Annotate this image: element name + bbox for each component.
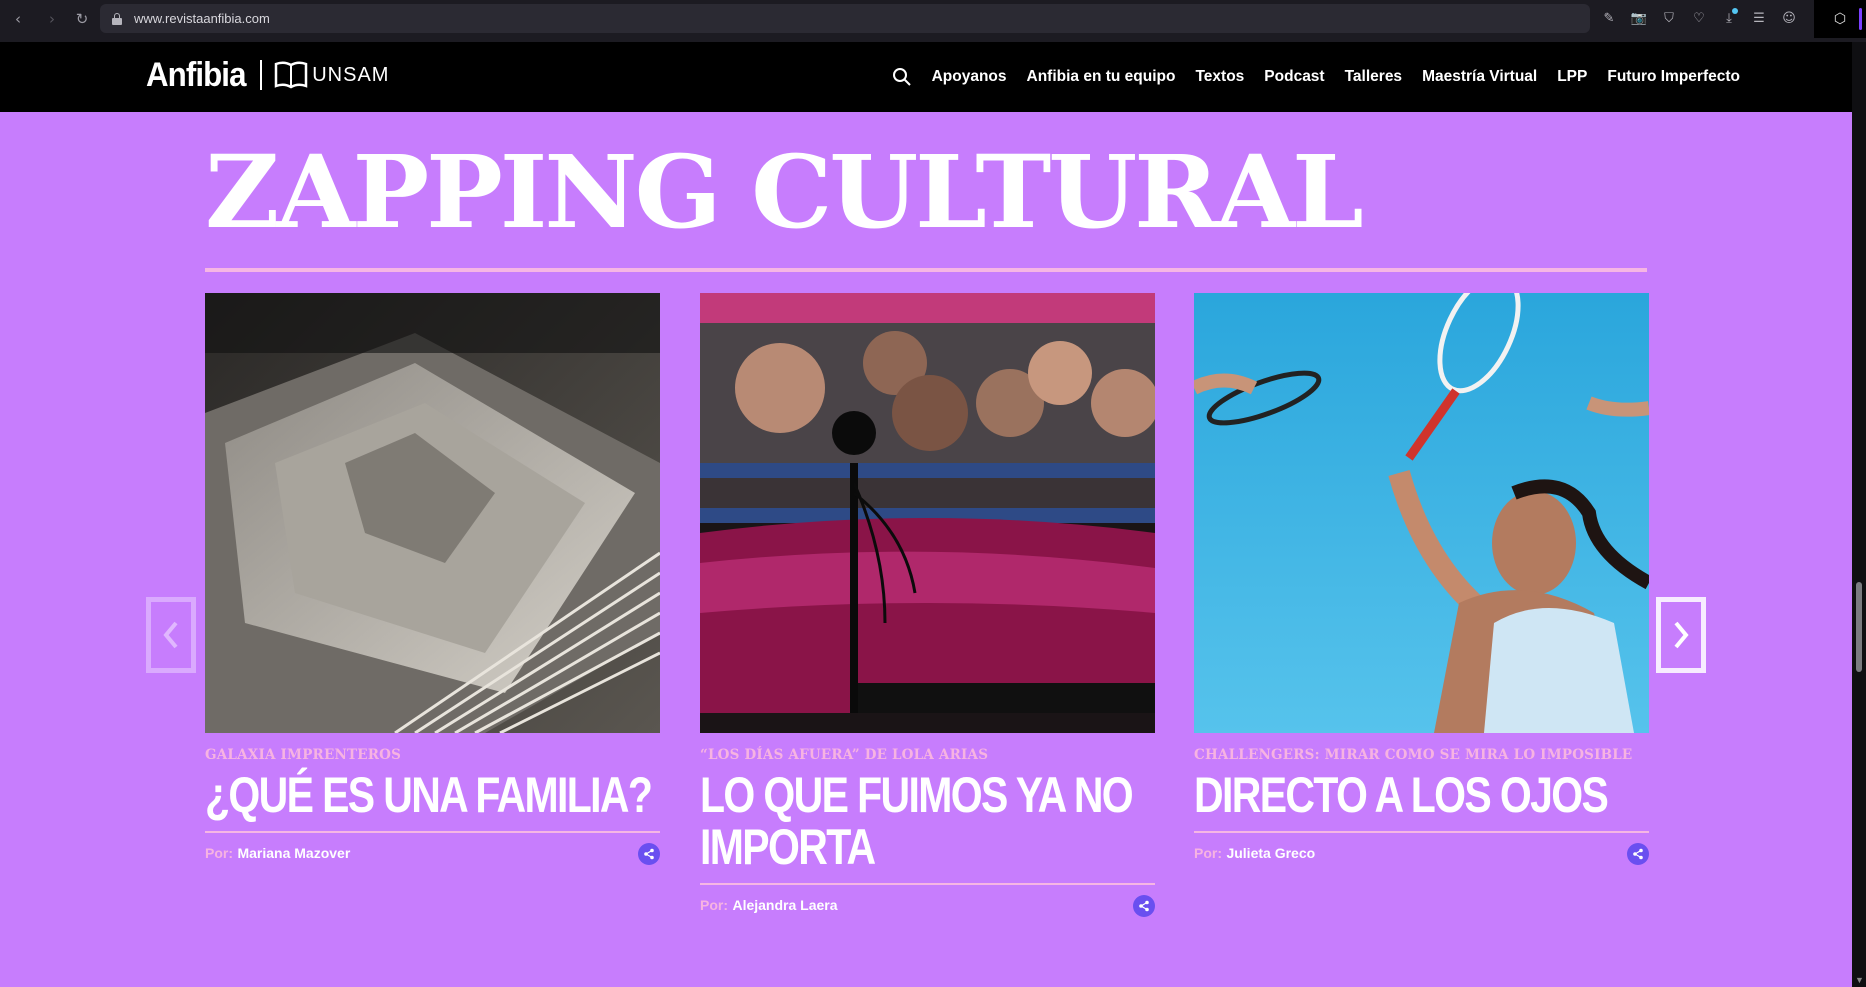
share-icon (644, 848, 654, 860)
article-byline: Por: Julieta Greco (1194, 843, 1649, 865)
edit-icon[interactable]: ✎ (1596, 4, 1622, 32)
article-divider (1194, 831, 1649, 833)
article-card[interactable]: Galaxia imprenteros ¿Qué es una familia?… (205, 293, 660, 865)
heart-icon[interactable]: ♡ (1686, 4, 1712, 32)
main-nav: Apoyanos Anfibia en tu equipo Textos Pod… (892, 42, 1740, 112)
screenshot-icon[interactable]: 📷 (1626, 4, 1652, 32)
logo-divider (260, 60, 263, 90)
share-icon (1633, 848, 1643, 860)
article-image[interactable] (205, 293, 660, 733)
article-title[interactable]: ¿Qué es una familia? (205, 769, 664, 821)
sidebar-accent (1859, 8, 1862, 30)
share-button[interactable] (1133, 895, 1155, 917)
article-title[interactable]: Lo que fuimos ya no importa (700, 769, 1159, 873)
byline-label: Por: (205, 845, 233, 861)
nav-textos[interactable]: Textos (1195, 68, 1244, 86)
carousel-prev-button[interactable] (146, 597, 196, 673)
shield-icon[interactable]: ⛉ (1656, 4, 1682, 32)
profile-icon[interactable]: ☺ (1776, 4, 1802, 32)
search-icon[interactable] (892, 67, 912, 87)
author-name[interactable]: Julieta Greco (1226, 845, 1315, 861)
article-divider (700, 883, 1155, 885)
title-divider (205, 268, 1647, 272)
article-kicker[interactable]: Challengers: mirar como se mira lo impos… (1194, 747, 1649, 763)
nav-podcast[interactable]: Podcast (1264, 68, 1324, 86)
share-button[interactable] (638, 843, 660, 865)
web-page: Anfibia UNSAM Apoyanos Anfibia en tu equ… (0, 42, 1852, 987)
article-kicker[interactable]: Galaxia imprenteros (205, 747, 660, 763)
reload-button[interactable]: ↻ (68, 5, 96, 33)
scrollbar-thumb[interactable] (1856, 582, 1862, 672)
article-byline: Por: Alejandra Laera (700, 895, 1155, 917)
article-card[interactable]: “Los días afuera” de Lola Arias Lo que f… (700, 293, 1155, 917)
url-text: www.revistaanfibia.com (134, 11, 270, 26)
nav-apoyanos[interactable]: Apoyanos (932, 68, 1007, 86)
author-name[interactable]: Alejandra Laera (732, 897, 837, 913)
scroll-down-icon[interactable]: ▼ (1855, 975, 1864, 985)
chevron-right-icon (1674, 621, 1689, 649)
share-button[interactable] (1627, 843, 1649, 865)
nav-lpp[interactable]: LPP (1557, 68, 1587, 86)
nav-maestria-virtual[interactable]: Maestría Virtual (1422, 68, 1537, 86)
forward-button[interactable]: › (38, 5, 66, 33)
address-bar[interactable]: www.revistaanfibia.com (100, 4, 1590, 33)
logo-unsam: UNSAM (312, 63, 390, 86)
cube-icon[interactable]: ⬡ (1834, 11, 1846, 27)
author-name[interactable]: Mariana Mazover (237, 845, 350, 861)
section-title: ZAPPING CULTURAL (205, 133, 1364, 251)
article-divider (205, 831, 660, 833)
article-image[interactable] (1194, 293, 1649, 733)
logo-anfibia: Anfibia (146, 55, 246, 94)
page-scrollbar[interactable]: ▼ (1852, 42, 1866, 987)
book-icon (274, 61, 308, 89)
article-kicker[interactable]: “Los días afuera” de Lola Arias (700, 747, 1155, 763)
nav-talleres[interactable]: Talleres (1345, 68, 1402, 86)
article-card[interactable]: Challengers: mirar como se mira lo impos… (1194, 293, 1649, 865)
site-header: Anfibia UNSAM Apoyanos Anfibia en tu equ… (0, 42, 1852, 112)
chevron-left-icon (163, 621, 178, 649)
article-byline: Por: Mariana Mazover (205, 843, 660, 865)
byline-label: Por: (1194, 845, 1222, 861)
nav-futuro-imperfecto[interactable]: Futuro Imperfecto (1607, 68, 1740, 86)
browser-toolbar: ‹ › ↻ www.revistaanfibia.com ✎ 📷 ⛉ ♡ ⤓ ☰… (0, 0, 1866, 38)
download-icon[interactable]: ⤓ (1716, 4, 1742, 32)
browser-toolbar-icons: ✎ 📷 ⛉ ♡ ⤓ ☰ ☺ (1596, 4, 1802, 32)
article-title[interactable]: Directo a los ojos (1194, 769, 1653, 821)
extension-area: ⬡ (1814, 0, 1866, 38)
byline-label: Por: (700, 897, 728, 913)
lock-icon (112, 12, 122, 25)
nav-anfibia-en-tu-equipo[interactable]: Anfibia en tu equipo (1027, 68, 1176, 86)
carousel-next-button[interactable] (1656, 597, 1706, 673)
menu-icon[interactable]: ☰ (1746, 4, 1772, 32)
article-image[interactable] (700, 293, 1155, 733)
share-icon (1139, 900, 1149, 912)
site-logo[interactable]: Anfibia UNSAM (146, 56, 389, 94)
back-button[interactable]: ‹ (4, 5, 32, 33)
